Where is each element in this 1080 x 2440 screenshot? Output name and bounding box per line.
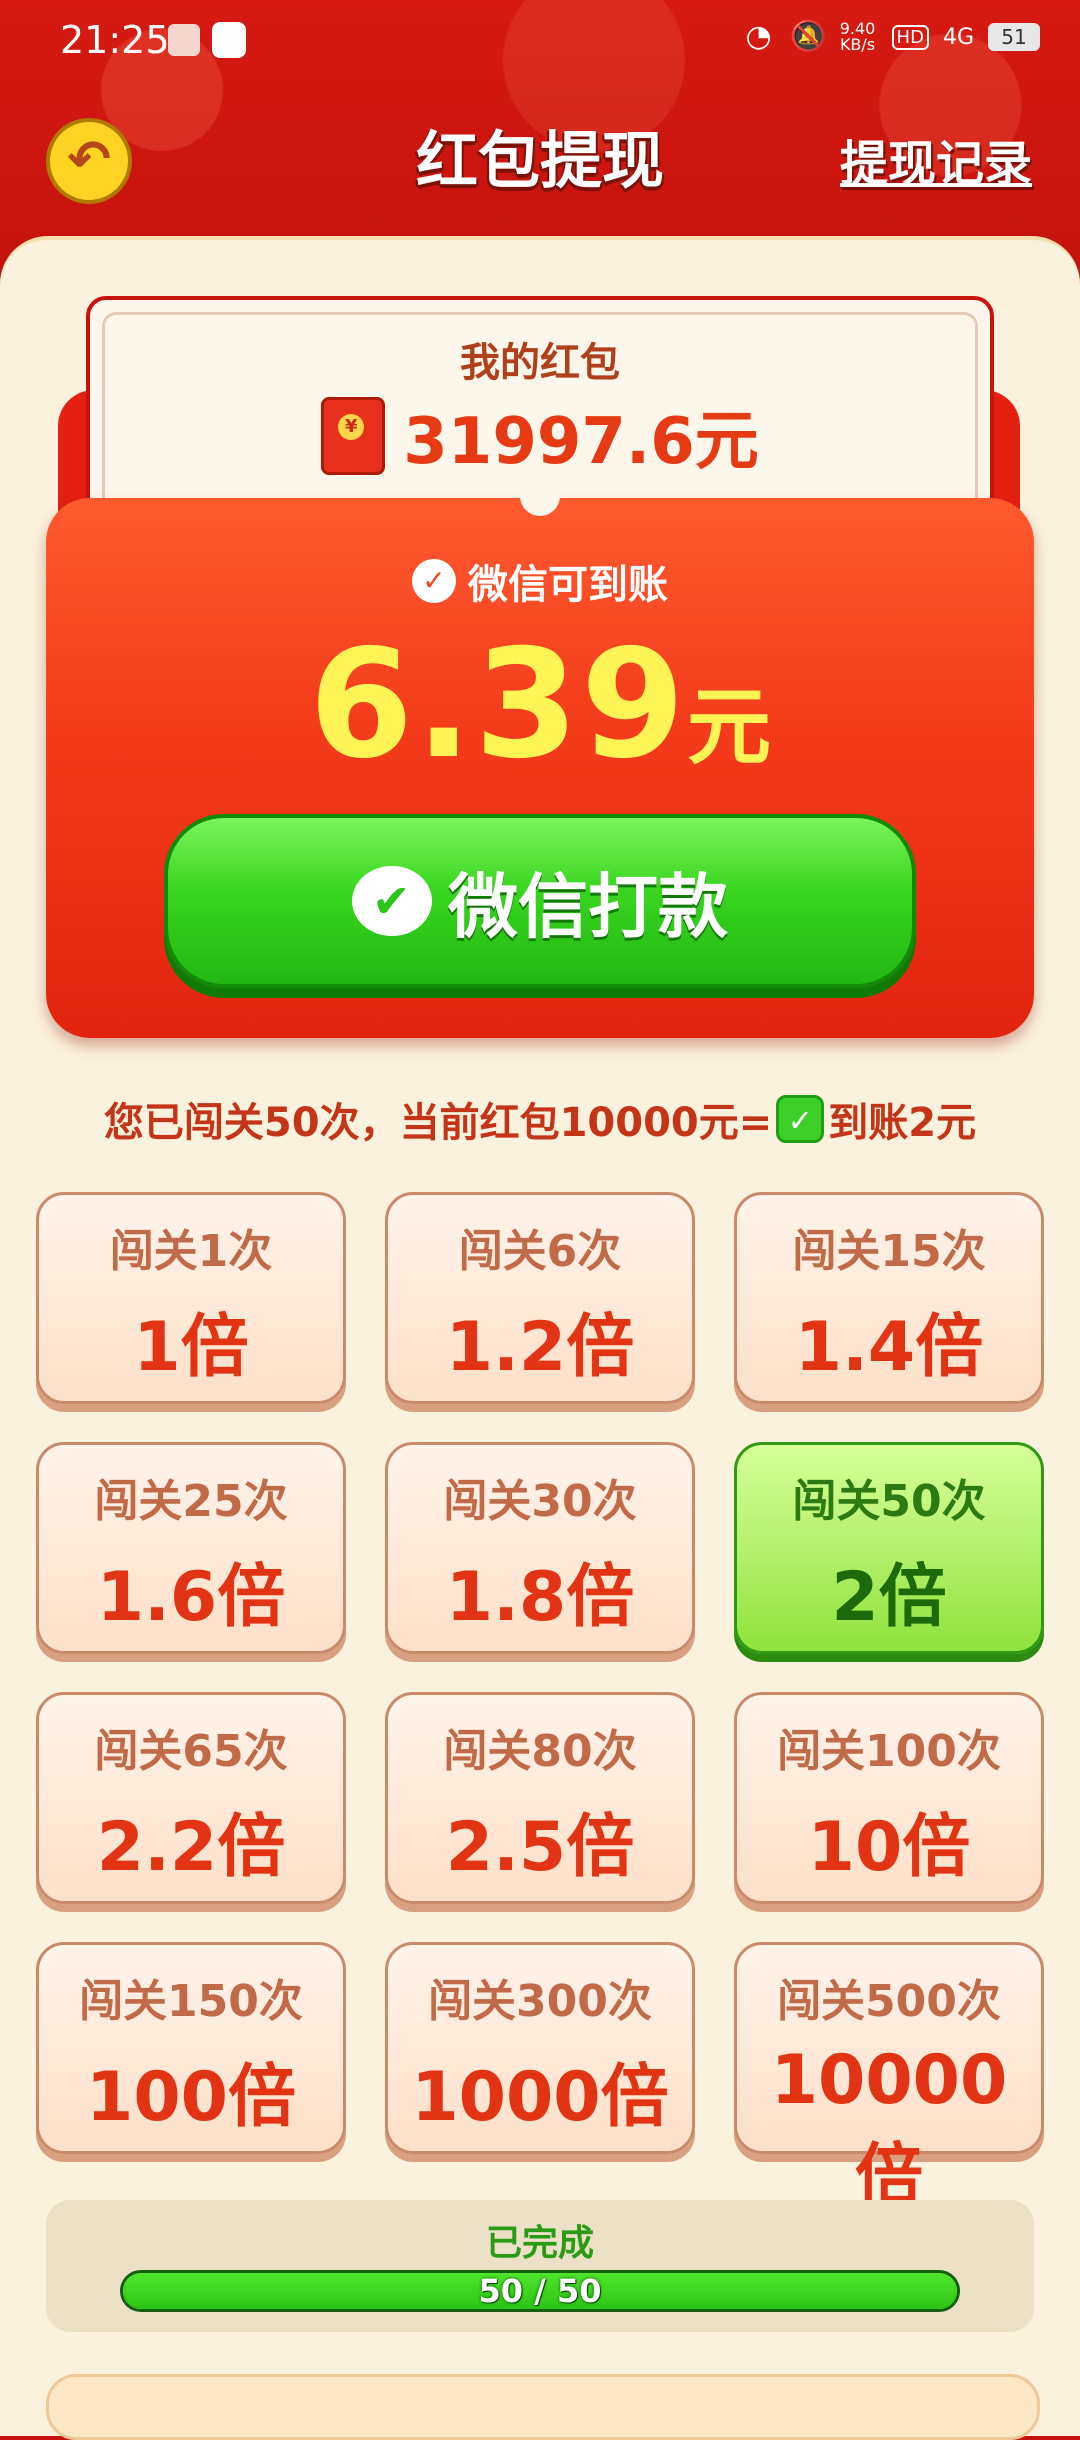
wallet-amount: 31997.6元 [403, 405, 759, 479]
tier-tile[interactable]: 闯关15次 1.4倍 [734, 1192, 1044, 1404]
tier-label: 闯关50次 [792, 1476, 986, 1527]
level-info: 您已闯关50次，当前红包10000元= ✓ 到账2元 [0, 1090, 1080, 1148]
tier-value: 100倍 [86, 2058, 296, 2137]
tier-label: 闯关500次 [777, 1976, 1001, 2027]
withdraw-amount-row: 6.39元 [46, 618, 1034, 792]
wechat-arrive-note: ✓ 微信可到账 [46, 552, 1034, 610]
tier-tile[interactable]: 闯关300次 1000倍 [385, 1942, 695, 2154]
progress-bar: 50 / 50 [120, 2270, 960, 2312]
signal-indicator: 4G [942, 24, 974, 50]
tier-tile[interactable]: 闯关500次 10000倍 [734, 1942, 1044, 2216]
tier-label: 闯关65次 [94, 1726, 288, 1777]
withdraw-amount: 6.39 [308, 618, 688, 792]
tier-label: 闯关100次 [777, 1726, 1001, 1777]
tier-tile[interactable]: 闯关100次 10倍 [734, 1692, 1044, 1904]
battery-indicator: 51 [988, 23, 1040, 51]
status-bar: 21:25 ◔ 🔕 9.40 KB/s HD 4G 51 [0, 0, 1080, 80]
red-packet-icon [321, 397, 386, 475]
withdraw-history-link[interactable]: 提现记录 [840, 124, 1032, 194]
net-speed-unit: KB/s [839, 35, 876, 54]
tier-tile[interactable]: 闯关25次 1.6倍 [36, 1442, 346, 1654]
progress-box: 已完成 50 / 50 [46, 2200, 1034, 2332]
tier-value: 1.4倍 [794, 1308, 984, 1387]
wallet-amount-row: 31997.6元 [90, 390, 990, 482]
tier-tile[interactable]: 闯关80次 2.5倍 [385, 1692, 695, 1904]
tier-label: 闯关80次 [443, 1726, 637, 1777]
wechat-inline-icon: ✓ [776, 1095, 825, 1143]
tier-tile[interactable]: 闯关150次 100倍 [36, 1942, 346, 2154]
tier-label: 闯关150次 [79, 1976, 303, 2027]
wechat-pay-label: 微信打款 [448, 865, 728, 948]
tier-tile[interactable]: 闯关1次 1倍 [36, 1192, 346, 1404]
tier-label: 闯关300次 [428, 1976, 652, 2027]
tier-label: 闯关30次 [443, 1476, 637, 1527]
tier-value: 1.8倍 [445, 1558, 635, 1637]
tier-value: 2.2倍 [96, 1808, 286, 1887]
wallet-label: 我的红包 [460, 340, 620, 386]
tier-label: 闯关1次 [109, 1226, 273, 1277]
status-icons: ◔ 🔕 9.40 KB/s HD 4G 51 [742, 20, 1040, 54]
level-info-prefix: 您已闯关50次，当前红包10000元= [103, 1100, 773, 1146]
progress-label: 已完成 [485, 2223, 594, 2264]
hd-badge: HD [891, 24, 929, 50]
wechat-check-icon: ✓ [412, 559, 456, 603]
tier-value: 10000倍 [770, 2041, 1008, 2216]
status-time: 21:25 [60, 18, 170, 62]
tier-tile[interactable]: 闯关30次 1.8倍 [385, 1442, 695, 1654]
speedometer-icon: ◔ [745, 19, 772, 54]
tier-value: 2倍 [831, 1558, 947, 1637]
tier-label: 闯关15次 [792, 1226, 986, 1277]
tier-label: 闯关6次 [458, 1226, 622, 1277]
progress-text: 50 / 50 [478, 2272, 602, 2310]
tier-value: 1000倍 [411, 2058, 669, 2137]
wechat-arrive-text: 微信可到账 [468, 562, 668, 608]
wechat-icon [352, 866, 432, 936]
withdraw-card: ✓ 微信可到账 6.39元 微信打款 [46, 498, 1034, 1038]
bottom-section-peek [46, 2374, 1040, 2440]
tier-value: 1.6倍 [96, 1558, 286, 1637]
wechat-pay-button[interactable]: 微信打款 [164, 814, 916, 988]
tier-value: 10倍 [807, 1808, 971, 1887]
tier-tile[interactable]: 闯关50次 2倍 [734, 1442, 1044, 1654]
notification-app-icon [168, 24, 200, 56]
level-info-suffix: 到账2元 [828, 1100, 977, 1146]
tier-value: 1倍 [133, 1308, 249, 1387]
net-speed: 9.40 KB/s [838, 21, 878, 53]
withdraw-unit: 元 [687, 678, 772, 776]
multiplier-grid: 闯关1次 1倍 闯关6次 1.2倍 闯关15次 1.4倍 闯关25次 1.6倍 闯关30… [36, 1192, 1044, 2216]
notification-app-icon-2 [212, 22, 246, 58]
tier-value: 1.2倍 [445, 1308, 635, 1387]
mute-bell-icon: 🔕 [789, 19, 827, 54]
tier-value: 2.5倍 [445, 1808, 635, 1887]
tier-tile[interactable]: 闯关65次 2.2倍 [36, 1692, 346, 1904]
tier-tile[interactable]: 闯关6次 1.2倍 [385, 1192, 695, 1404]
tier-label: 闯关25次 [94, 1476, 288, 1527]
